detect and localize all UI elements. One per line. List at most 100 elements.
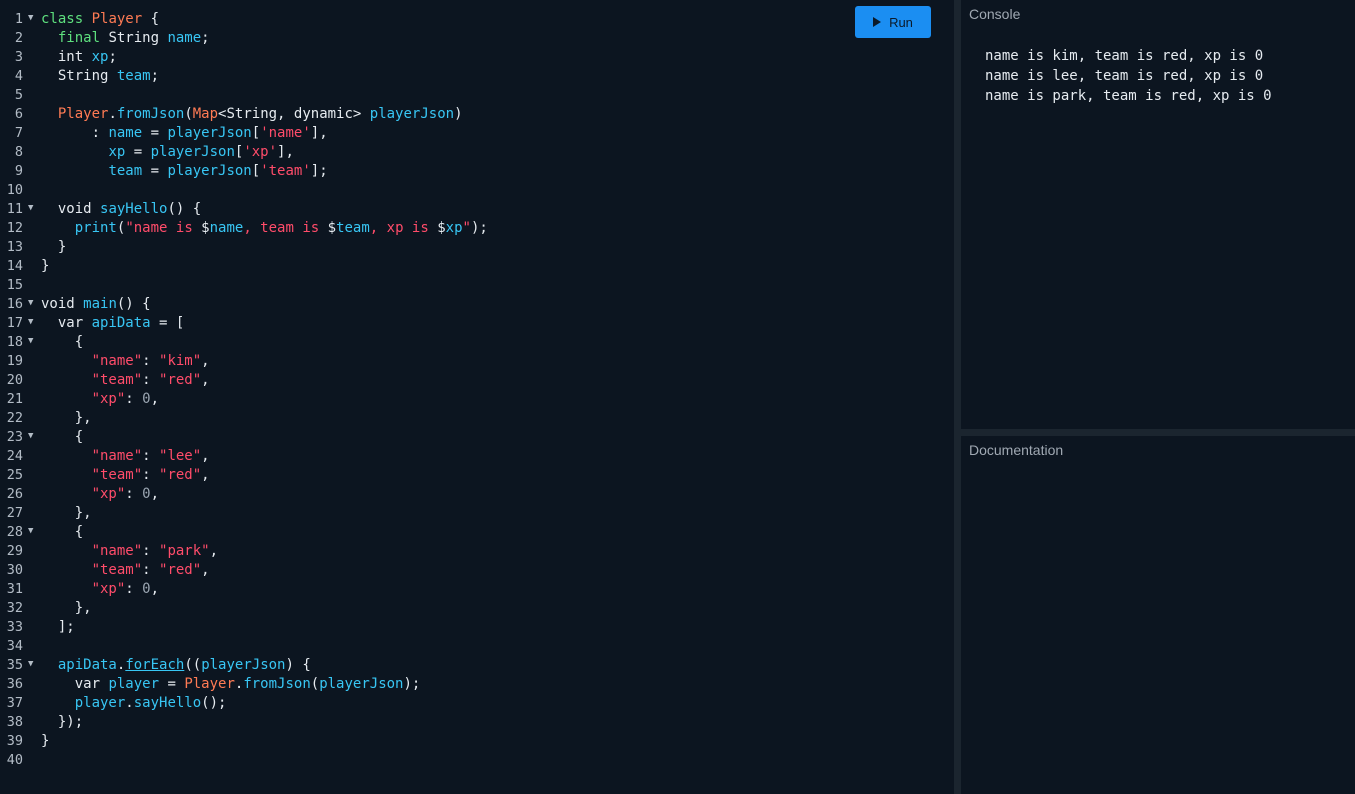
code-line[interactable]: 29 "name": "park", <box>0 542 954 561</box>
code-line[interactable]: 26 "xp": 0, <box>0 485 954 504</box>
code-text: { <box>41 428 83 447</box>
code-line[interactable]: 30 "team": "red", <box>0 561 954 580</box>
line-number: 6 <box>14 106 23 122</box>
code-line[interactable]: 3 int xp; <box>0 48 954 67</box>
code-line[interactable]: 35 ▼ apiData.forEach((playerJson) { <box>0 656 954 675</box>
code-line[interactable]: 15 <box>0 276 954 295</box>
code-token: ( <box>184 106 193 122</box>
code-token: " <box>462 220 471 236</box>
code-line[interactable]: 24 "name": "lee", <box>0 447 954 466</box>
line-number: 2 <box>14 30 23 46</box>
code-text: { <box>41 333 83 352</box>
line-number: 1 <box>14 11 23 27</box>
code-line[interactable]: 19 "name": "kim", <box>0 352 954 371</box>
code-line[interactable]: 14} <box>0 257 954 276</box>
code-token: 0 <box>142 391 151 407</box>
code-token: = <box>125 144 151 160</box>
code-line[interactable]: 39} <box>0 732 954 751</box>
code-line[interactable]: 7 : name = playerJson['name'], <box>0 124 954 143</box>
code-line[interactable]: 38 }); <box>0 713 954 732</box>
run-button[interactable]: Run <box>855 6 931 38</box>
code-line[interactable]: 25 "team": "red", <box>0 466 954 485</box>
code-lines[interactable]: 1 ▼ class Player {2 final String name; 3 in… <box>0 10 954 770</box>
code-token: }, <box>41 505 92 521</box>
code-line[interactable]: 10 <box>0 181 954 200</box>
code-text: apiData.forEach((playerJson) { <box>41 656 311 675</box>
line-number: 27 <box>6 505 23 521</box>
code-line[interactable]: 4 String team; <box>0 67 954 86</box>
line-number: 39 <box>6 733 23 749</box>
code-line[interactable]: 28 ▼ { <box>0 523 954 542</box>
line-number: 11 <box>6 201 23 217</box>
code-line[interactable]: 1 ▼ class Player { <box>0 10 954 29</box>
code-line[interactable]: 11 ▼ void sayHello() { <box>0 200 954 219</box>
code-line[interactable]: 34 <box>0 637 954 656</box>
line-number: 37 <box>6 695 23 711</box>
code-line[interactable]: 17 ▼ var apiData = [ <box>0 314 954 333</box>
code-token: ; <box>201 30 210 46</box>
line-number: 22 <box>6 410 23 426</box>
fold-arrow-icon[interactable]: ▼ <box>28 333 38 350</box>
code-text: "team": "red", <box>41 561 210 580</box>
code-line[interactable]: 12 print("name is $name, team is $team, … <box>0 219 954 238</box>
code-token: $ <box>327 220 337 236</box>
vertical-splitter[interactable] <box>954 0 961 794</box>
code-line[interactable]: 2 final String name; <box>0 29 954 48</box>
code-line[interactable]: 33 ]; <box>0 618 954 637</box>
line-number: 24 <box>6 448 23 464</box>
fold-arrow-icon[interactable]: ▼ <box>28 523 38 540</box>
code-token: : <box>142 448 160 464</box>
line-number: 34 <box>6 638 23 654</box>
code-token: = <box>142 163 168 179</box>
fold-arrow-icon[interactable]: ▼ <box>28 200 38 217</box>
code-editor[interactable]: 1 ▼ class Player {2 final String name; 3 in… <box>0 0 954 794</box>
code-line[interactable]: 37 player.sayHello(); <box>0 694 954 713</box>
code-line[interactable]: 6 Player.fromJson(Map<String, dynamic> p… <box>0 105 954 124</box>
code-text: var apiData = [ <box>41 314 184 333</box>
code-token: var <box>41 676 109 692</box>
fold-arrow-icon[interactable]: ▼ <box>28 656 38 673</box>
code-token: "xp" <box>91 391 126 407</box>
code-token: { <box>142 11 160 27</box>
code-token: ], <box>277 144 294 160</box>
code-line[interactable]: 13 } <box>0 238 954 257</box>
line-number: 15 <box>6 277 23 293</box>
fold-arrow-icon[interactable]: ▼ <box>28 10 38 27</box>
code-line[interactable]: 31 "xp": 0, <box>0 580 954 599</box>
code-token: print <box>74 220 117 236</box>
code-line[interactable]: 32 }, <box>0 599 954 618</box>
code-line[interactable]: 40 <box>0 751 954 770</box>
line-number: 40 <box>6 752 23 768</box>
code-text: "name": "kim", <box>41 352 210 371</box>
code-line[interactable]: 20 "team": "red", <box>0 371 954 390</box>
line-number: 4 <box>14 68 23 84</box>
code-line[interactable]: 5 <box>0 86 954 105</box>
fold-arrow-icon[interactable]: ▼ <box>28 314 38 331</box>
code-token: fromJson <box>116 106 185 122</box>
code-line[interactable]: 27 }, <box>0 504 954 523</box>
code-line[interactable]: 22 }, <box>0 409 954 428</box>
line-number: 13 <box>6 239 23 255</box>
code-token: Map <box>192 106 219 122</box>
line-number: 21 <box>6 391 23 407</box>
code-token: player <box>108 676 160 692</box>
code-line[interactable]: 18 ▼ { <box>0 333 954 352</box>
code-line[interactable]: 9 team = playerJson['team']; <box>0 162 954 181</box>
horizontal-splitter[interactable] <box>961 429 1355 436</box>
code-line[interactable]: 36 var player = Player.fromJson(playerJs… <box>0 675 954 694</box>
code-line[interactable]: 21 "xp": 0, <box>0 390 954 409</box>
code-token: playerJson <box>167 125 252 141</box>
console-panel: Console name is kim, team is red, xp is … <box>961 0 1355 429</box>
code-token: 0 <box>142 581 151 597</box>
code-line[interactable]: 16 ▼ void main() { <box>0 295 954 314</box>
code-token: playerJson <box>201 657 286 673</box>
code-line[interactable]: 8 xp = playerJson['xp'], <box>0 143 954 162</box>
fold-arrow-icon[interactable]: ▼ <box>28 428 38 445</box>
fold-arrow-icon[interactable]: ▼ <box>28 295 38 312</box>
code-line[interactable]: 23 ▼ { <box>0 428 954 447</box>
